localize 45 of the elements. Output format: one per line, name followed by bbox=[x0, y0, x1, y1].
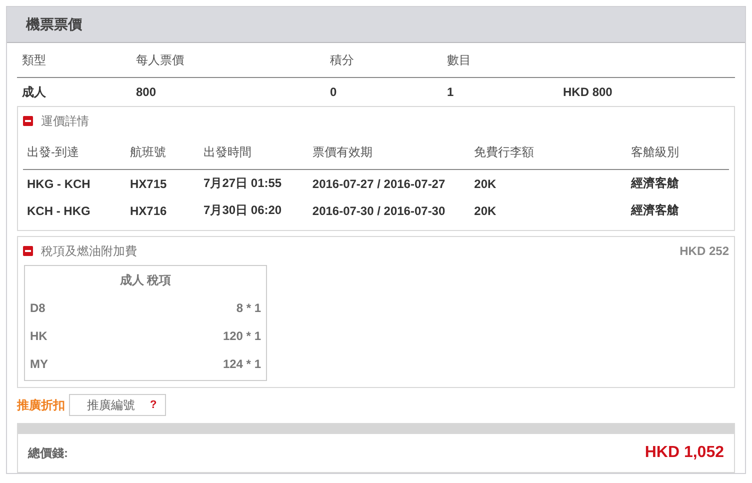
promo-label: 推廣折扣 bbox=[17, 396, 65, 414]
table-cell-text: 800 bbox=[135, 85, 158, 99]
column-header: 免費行李額 bbox=[473, 144, 536, 160]
tax-code: HK bbox=[30, 329, 48, 343]
table-cell-text: 經濟客艙 bbox=[630, 202, 680, 219]
column-header: 數目 bbox=[446, 52, 472, 68]
column-header: 每人票價 bbox=[135, 52, 185, 68]
column-header: 票價有效期 bbox=[311, 144, 374, 160]
table-cell-text: 7月27日 01:55 bbox=[202, 175, 283, 192]
collapse-icon[interactable] bbox=[23, 246, 33, 256]
table-cell-text: 經濟客艙 bbox=[630, 175, 680, 192]
tax-amount: HKD 252 bbox=[680, 244, 729, 258]
table-cell-text: 成人 bbox=[21, 84, 47, 100]
table-cell-text: 0 bbox=[329, 85, 338, 99]
column-header: 積分 bbox=[329, 52, 355, 68]
column-header: 出發-到達 bbox=[26, 144, 80, 160]
table-cell-text: 2016-07-30 / 2016-07-30 bbox=[311, 204, 446, 218]
collapse-icon[interactable] bbox=[23, 116, 33, 126]
table-cell-text: 20K bbox=[473, 176, 498, 190]
column-header: 航班號 bbox=[128, 144, 167, 160]
column-header: 類型 bbox=[21, 52, 47, 68]
table-cell-text: 7月30日 06:20 bbox=[202, 202, 283, 219]
table-cell-text: HX715 bbox=[128, 176, 168, 190]
tax-value: 120 * 1 bbox=[222, 329, 261, 343]
column-header: 客艙級別 bbox=[630, 144, 680, 160]
tax-value: 8 * 1 bbox=[236, 301, 261, 315]
table-cell-text: HKG - KCH bbox=[26, 176, 92, 190]
tax-code: D8 bbox=[30, 301, 46, 315]
tax-table-title: 成人 稅項 bbox=[118, 272, 172, 289]
panel-title: 機票票價 bbox=[26, 16, 82, 34]
promo-code-field[interactable]: 推廣編號 ? bbox=[69, 394, 166, 416]
total-label: 總價錢: bbox=[28, 444, 68, 462]
section-title: 稅項及燃油附加費 bbox=[41, 242, 137, 260]
section-title: 運價詳情 bbox=[41, 112, 89, 130]
table-cell-text: 20K bbox=[473, 204, 498, 218]
column-header: 出發時間 bbox=[202, 144, 253, 160]
help-icon[interactable]: ? bbox=[150, 399, 157, 411]
total-amount: HKD 1,052 bbox=[644, 444, 724, 462]
tax-value: 124 * 1 bbox=[222, 357, 261, 371]
table-cell-text: 2016-07-27 / 2016-07-27 bbox=[311, 176, 446, 190]
table-cell-text: HKD 800 bbox=[562, 85, 614, 99]
tax-code: MY bbox=[30, 357, 48, 371]
table-cell-text: KCH - HKG bbox=[26, 204, 92, 218]
table-cell-text: 1 bbox=[446, 85, 455, 99]
table-cell-text: HX716 bbox=[128, 204, 168, 218]
